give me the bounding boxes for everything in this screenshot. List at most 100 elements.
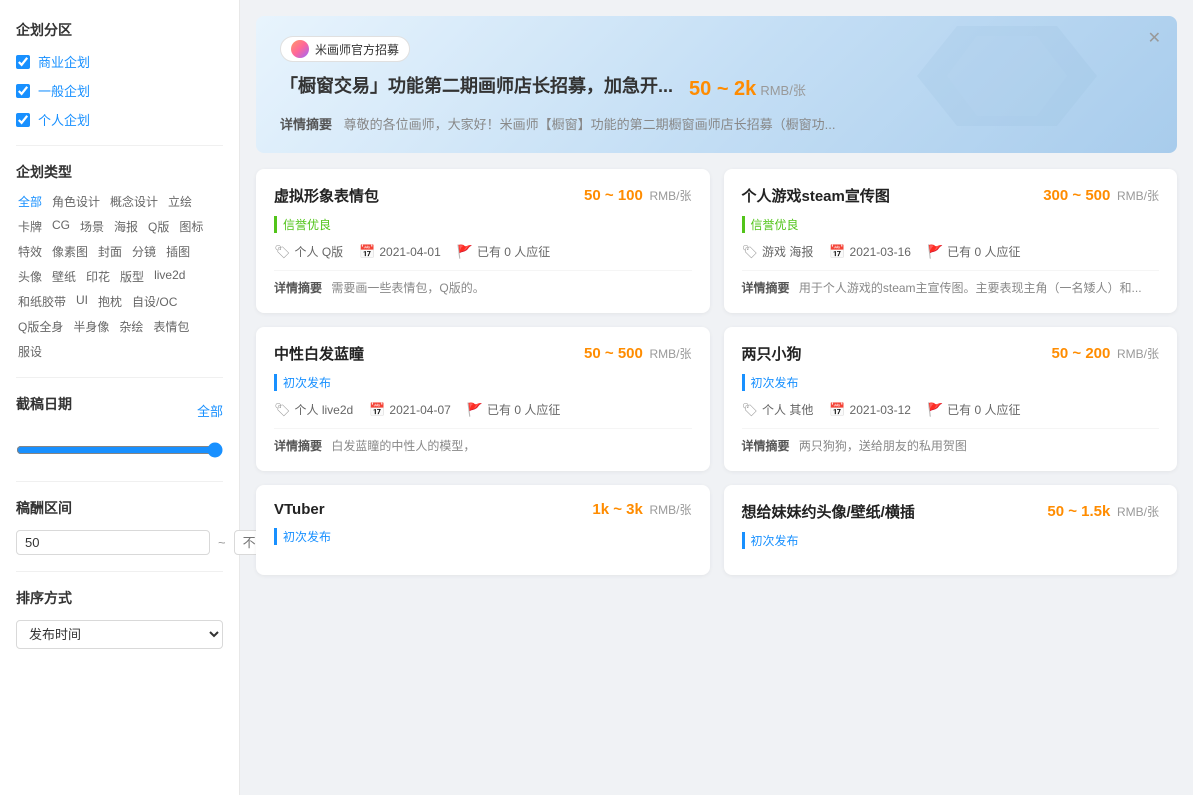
type-tag-15[interactable]: 头像 — [16, 267, 44, 286]
card-badge-0: 信誉优良 — [274, 216, 331, 233]
card-2[interactable]: 中性白发蓝瞳 50 ~ 500 RMB/张 初次发布 🏷 个人 live2d 📅… — [256, 327, 710, 471]
tag-icon-0: 🏷 — [274, 244, 291, 260]
card-5[interactable]: 想给妹妹约头像/壁纸/横插 50 ~ 1.5k RMB/张 初次发布 — [724, 485, 1178, 575]
date-slider[interactable] — [16, 442, 223, 458]
card-title-0: 虚拟形象表情包 — [274, 185, 379, 206]
banner-decoration — [897, 16, 1097, 136]
type-tag-16[interactable]: 壁纸 — [50, 267, 78, 286]
type-tag-3[interactable]: 立绘 — [166, 192, 194, 211]
plan-checkbox-label-1: 一般企划 — [38, 81, 90, 100]
type-tag-23[interactable]: 自设/OC — [130, 292, 179, 311]
type-tag-5[interactable]: CG — [50, 217, 72, 236]
card-3[interactable]: 两只小狗 50 ~ 200 RMB/张 初次发布 🏷 个人 其他 📅 2021-… — [724, 327, 1178, 471]
type-tag-27[interactable]: 表情包 — [151, 317, 191, 336]
card-header-4: VTuber 1k ~ 3k RMB/张 — [274, 501, 692, 518]
type-tag-14[interactable]: 插图 — [164, 242, 192, 261]
flag-icon-2: 🚩 — [467, 402, 483, 418]
tag-icon-2: 🏷 — [274, 402, 291, 418]
card-header-0: 虚拟形象表情包 50 ~ 100 RMB/张 — [274, 185, 692, 206]
card-header-5: 想给妹妹约头像/壁纸/横插 50 ~ 1.5k RMB/张 — [742, 501, 1160, 522]
card-title-5: 想给妹妹约头像/壁纸/横插 — [742, 501, 915, 522]
plan-checkbox-1[interactable]: 一般企划 — [16, 81, 223, 100]
type-tag-20[interactable]: 和纸胶带 — [16, 292, 68, 311]
price-min-input[interactable] — [16, 530, 210, 555]
plan-checkbox-2[interactable]: 个人企划 — [16, 110, 223, 129]
card-4[interactable]: VTuber 1k ~ 3k RMB/张 初次发布 — [256, 485, 710, 575]
card-0[interactable]: 虚拟形象表情包 50 ~ 100 RMB/张 信誉优良 🏷 个人 Q版 📅 20… — [256, 169, 710, 313]
banner-close-button[interactable]: ✕ — [1148, 28, 1161, 48]
card-summary-3: 详情摘要 两只狗狗，送给朋友的私用贺图 — [742, 428, 1160, 455]
banner-desc-text: 尊敬的各位画师，大家好！米画师【橱窗】功能的第二期橱窗画师店长招募（橱窗功... — [344, 117, 836, 132]
card-summary-text-2: 白发蓝瞳的中性人的模型， — [331, 439, 475, 453]
type-tag-2[interactable]: 概念设计 — [108, 192, 160, 211]
card-price-5: 50 ~ 1.5k — [1047, 503, 1110, 520]
card-date-0: 📅 2021-04-01 — [359, 244, 441, 260]
type-tag-1[interactable]: 角色设计 — [50, 192, 102, 211]
type-tag-17[interactable]: 印花 — [84, 267, 112, 286]
plan-checkbox-input-1[interactable] — [16, 84, 30, 98]
card-price-1: 300 ~ 500 — [1043, 187, 1110, 204]
type-tag-13[interactable]: 分镜 — [130, 242, 158, 261]
card-meta-2: 🏷 个人 live2d 📅 2021-04-07 🚩 已有 0 人应征 — [274, 401, 692, 418]
card-price-3: 50 ~ 200 — [1052, 345, 1111, 362]
banner-badge: 米画师官方招募 — [280, 36, 410, 62]
card-date-3: 📅 2021-03-12 — [829, 402, 911, 418]
tag-icon-1: 🏷 — [742, 244, 759, 260]
flag-icon-3: 🚩 — [927, 402, 943, 418]
sort-select[interactable]: 发布时间 稿酬高低 截稿日期 — [16, 620, 223, 649]
plan-checkbox-0[interactable]: 商业企划 — [16, 52, 223, 71]
card-price-2: 50 ~ 500 — [584, 345, 643, 362]
type-tag-19[interactable]: live2d — [152, 267, 187, 286]
price-section-title: 稿酬区间 — [16, 498, 223, 518]
type-tag-10[interactable]: 特效 — [16, 242, 44, 261]
plan-checkbox-input-0[interactable] — [16, 55, 30, 69]
card-applicants-0: 🚩 已有 0 人应征 — [457, 243, 551, 260]
plan-checkbox-input-2[interactable] — [16, 113, 30, 127]
type-tag-11[interactable]: 像素图 — [50, 242, 90, 261]
type-tag-9[interactable]: 图标 — [177, 217, 205, 236]
banner-desc-label: 详情摘要 — [280, 117, 332, 132]
calendar-icon-0: 📅 — [359, 244, 375, 260]
card-summary-label-1: 详情摘要 — [742, 281, 790, 295]
type-tag-28[interactable]: 服设 — [16, 342, 44, 361]
cards-grid: 虚拟形象表情包 50 ~ 100 RMB/张 信誉优良 🏷 个人 Q版 📅 20… — [256, 169, 1177, 575]
card-summary-text-1: 用于个人游戏的steam主宣传图。主要表现主角（一名矮人）和... — [799, 281, 1142, 295]
type-tag-7[interactable]: 海报 — [112, 217, 140, 236]
date-all-link[interactable]: 全部 — [197, 401, 223, 420]
plan-checkbox-label-0: 商业企划 — [38, 52, 90, 71]
main-content: ✕ 米画师官方招募 「橱窗交易」功能第二期画师店长招募，加急开... 50 ~ … — [240, 0, 1193, 795]
type-tag-0[interactable]: 全部 — [16, 192, 44, 211]
card-1[interactable]: 个人游戏steam宣传图 300 ~ 500 RMB/张 信誉优良 🏷 游戏 海… — [724, 169, 1178, 313]
tag-icon-3: 🏷 — [742, 402, 759, 418]
type-tag-24[interactable]: Q版全身 — [16, 317, 65, 336]
banner: ✕ 米画师官方招募 「橱窗交易」功能第二期画师店长招募，加急开... 50 ~ … — [256, 16, 1177, 153]
type-tag-22[interactable]: 抱枕 — [96, 292, 124, 311]
card-summary-label-3: 详情摘要 — [742, 439, 790, 453]
type-section-title: 企划类型 — [16, 162, 223, 182]
type-tag-8[interactable]: Q版 — [146, 217, 171, 236]
card-applicants-3: 🚩 已有 0 人应征 — [927, 401, 1021, 418]
card-summary-text-3: 两只狗狗，送给朋友的私用贺图 — [799, 439, 967, 453]
type-tag-21[interactable]: UI — [74, 292, 90, 311]
type-tag-6[interactable]: 场景 — [78, 217, 106, 236]
card-badge-4: 初次发布 — [274, 528, 331, 545]
card-price-unit-3: RMB/张 — [1117, 347, 1159, 361]
card-badge-5: 初次发布 — [742, 532, 799, 549]
card-date-2: 📅 2021-04-07 — [369, 402, 451, 418]
type-tag-4[interactable]: 卡牌 — [16, 217, 44, 236]
card-tags-3: 🏷 个人 其他 — [742, 401, 814, 418]
card-badge-2: 初次发布 — [274, 374, 331, 391]
card-badge-1: 信誉优良 — [742, 216, 799, 233]
type-tag-26[interactable]: 杂绘 — [117, 317, 145, 336]
card-tags-2: 🏷 个人 live2d — [274, 401, 353, 418]
card-applicants-2: 🚩 已有 0 人应征 — [467, 401, 561, 418]
card-price-unit-0: RMB/张 — [649, 189, 691, 203]
flag-icon-0: 🚩 — [457, 244, 473, 260]
card-meta-0: 🏷 个人 Q版 📅 2021-04-01 🚩 已有 0 人应征 — [274, 243, 692, 260]
type-tag-25[interactable]: 半身像 — [71, 317, 111, 336]
badge-text: 米画师官方招募 — [315, 41, 399, 58]
card-title-2: 中性白发蓝瞳 — [274, 343, 364, 364]
type-tag-18[interactable]: 版型 — [118, 267, 146, 286]
type-tag-12[interactable]: 封面 — [96, 242, 124, 261]
card-tags-1: 🏷 游戏 海报 — [742, 243, 814, 260]
